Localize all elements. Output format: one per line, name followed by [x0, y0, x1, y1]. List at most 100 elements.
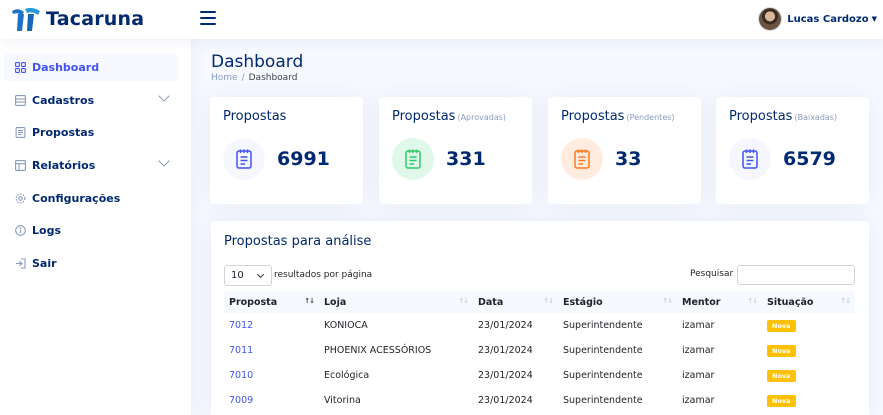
cell-data: 23/01/2024 [478, 395, 533, 406]
proposta-link[interactable]: 7009 [229, 395, 253, 406]
app-name: Tacaruna [46, 8, 145, 30]
column-header-proposta[interactable]: Proposta ↑↓ [224, 291, 319, 313]
proposta-link[interactable]: 7010 [229, 370, 253, 381]
cell-estagio: Superintendente [563, 345, 643, 356]
card-title: Propostas (Pendentes) [561, 109, 675, 124]
card-title: Propostas (Baixadas) [729, 109, 838, 124]
sidebar-item-label: Cadastros [32, 93, 95, 107]
column-header-mentor[interactable]: Mentor ↑↓ [677, 291, 762, 313]
cell-loja: Vitorina [324, 395, 361, 406]
sort-icon: ↑↓ [747, 297, 758, 305]
sort-icon: ↑↓ [458, 297, 469, 305]
sidebar-item-logs[interactable]: Logs [4, 216, 178, 244]
top-header: Tacaruna Lucas Cardozo ▼ [0, 0, 883, 39]
card-value: 6579 [783, 148, 836, 170]
user-profile-menu[interactable]: Lucas Cardozo ▼ [758, 7, 877, 31]
column-header-situacao[interactable]: Situação ↑↓ [762, 291, 855, 313]
table-title: Propostas para análise [224, 234, 372, 249]
sort-icon: ↑↓ [543, 297, 554, 305]
table-row: 7011 PHOENIX ACESSÓRIOS 23/01/2024 Super… [224, 338, 855, 363]
notes-icon [392, 138, 434, 180]
stat-card-aprovadas: Propostas (Aprovadas) 331 [379, 97, 532, 204]
status-badge: Nova [767, 369, 796, 382]
table-row: 7009 Vitorina 23/01/2024 Superintendente… [224, 388, 855, 413]
cell-loja: KONIOCA [324, 320, 368, 331]
breadcrumb-current: Dashboard [248, 73, 298, 83]
document-icon [14, 126, 26, 138]
notes-icon [223, 138, 265, 180]
status-badge: Nova [767, 344, 796, 357]
sidebar-item-label: Relatórios [32, 158, 96, 172]
table-icon [14, 159, 26, 171]
sidebar-item-label: Sair [32, 256, 57, 270]
cell-estagio: Superintendente [563, 370, 643, 381]
menu-toggle-icon[interactable] [200, 11, 216, 27]
cell-mentor: izamar [682, 320, 715, 331]
sort-desc-icon: ↑↓ [304, 297, 315, 305]
sidebar-item-label: Propostas [32, 125, 95, 139]
cell-estagio: Superintendente [563, 320, 643, 331]
column-header-estagio[interactable]: Estágio ↑↓ [558, 291, 677, 313]
propostas-table: Proposta ↑↓ Loja ↑↓ Data ↑↓ Estágio ↑↓ Mento… [224, 291, 855, 413]
caret-down-icon: ▼ [871, 15, 877, 23]
card-value: 33 [615, 148, 642, 170]
cell-estagio: Superintendente [563, 395, 643, 406]
info-icon [14, 224, 26, 236]
page-length-label: resultados por página [274, 270, 373, 280]
chevron-down-icon [158, 155, 170, 167]
logout-icon [14, 257, 26, 269]
sidebar-item-dashboard[interactable]: Dashboard [4, 53, 178, 81]
grid-icon [14, 61, 26, 73]
stat-card-propostas: Propostas 6991 [210, 97, 363, 204]
search-label: Pesquisar [690, 269, 734, 279]
cell-data: 23/01/2024 [478, 370, 533, 381]
cadastros-icon [14, 94, 26, 106]
search-input[interactable] [737, 265, 855, 285]
sidebar-item-label: Logs [32, 223, 61, 237]
gear-icon [14, 192, 26, 204]
sidebar-item-sair[interactable]: Sair [4, 249, 178, 277]
sort-icon: ↑↓ [840, 297, 851, 305]
tacaruna-logo-icon [12, 7, 40, 31]
cell-mentor: izamar [682, 370, 715, 381]
cell-loja: Ecológica [324, 370, 370, 381]
cell-loja: PHOENIX ACESSÓRIOS [324, 345, 432, 356]
page-length-select[interactable]: 10 [224, 265, 272, 286]
chevron-down-icon [158, 90, 170, 102]
card-value: 6991 [277, 148, 330, 170]
stat-card-baixadas: Propostas (Baixadas) 6579 [716, 97, 869, 204]
card-title: Propostas [223, 109, 287, 124]
stat-card-pendentes: Propostas (Pendentes) 33 [548, 97, 701, 204]
proposta-link[interactable]: 7012 [229, 320, 253, 331]
notes-icon [561, 138, 603, 180]
cell-data: 23/01/2024 [478, 320, 533, 331]
avatar [758, 7, 783, 31]
column-header-data[interactable]: Data ↑↓ [473, 291, 558, 313]
breadcrumb-home[interactable]: Home [211, 73, 238, 83]
table-row: 7012 KONIOCA 23/01/2024 Superintendente … [224, 313, 855, 338]
app-logo[interactable]: Tacaruna [10, 5, 144, 33]
sort-icon: ↑↓ [662, 297, 673, 305]
notes-icon [729, 138, 771, 180]
status-badge: Nova [767, 394, 796, 407]
column-header-loja[interactable]: Loja ↑↓ [319, 291, 473, 313]
chevron-down-icon [256, 270, 265, 279]
sidebar-item-relatorios[interactable]: Relatórios [4, 151, 178, 179]
page-title: Dashboard [211, 52, 304, 72]
card-title: Propostas (Aprovadas) [392, 109, 507, 124]
breadcrumb: Home / Dashboard [211, 73, 298, 83]
table-row: 7010 Ecológica 23/01/2024 Superintendent… [224, 363, 855, 388]
sidebar-item-propostas[interactable]: Propostas [4, 118, 178, 146]
sidebar-item-label: Dashboard [32, 60, 100, 74]
sidebar-item-configuracoes[interactable]: Configurações [4, 184, 178, 212]
card-value: 331 [446, 148, 486, 170]
proposta-link[interactable]: 7011 [229, 345, 253, 356]
user-name: Lucas Cardozo [787, 13, 869, 25]
sidebar-item-label: Configurações [32, 191, 121, 205]
status-badge: Nova [767, 319, 796, 332]
sidebar-item-cadastros[interactable]: Cadastros [4, 86, 178, 114]
cell-data: 23/01/2024 [478, 345, 533, 356]
cell-mentor: izamar [682, 395, 715, 406]
propostas-table-card: Propostas para análise 10 resultados por… [211, 221, 869, 415]
sidebar: Dashboard Cadastros Propostas Relatórios… [0, 39, 191, 415]
